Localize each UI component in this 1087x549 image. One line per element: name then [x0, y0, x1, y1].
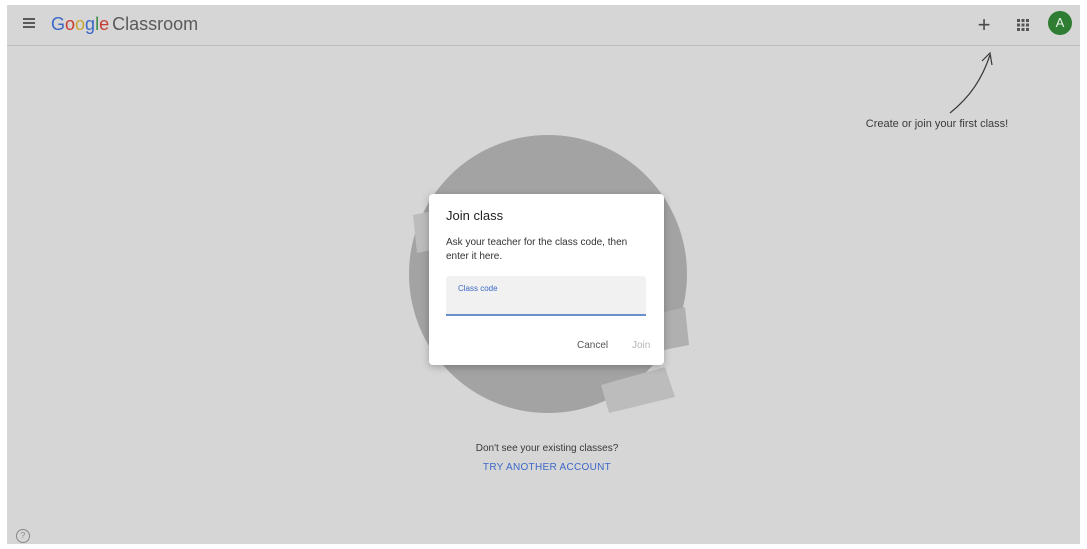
dialog-title: Join class: [446, 208, 504, 223]
brand-google: Google: [51, 14, 110, 34]
brand-product: Classroom: [112, 14, 199, 34]
account-avatar[interactable]: A: [1048, 11, 1072, 35]
hint-arrow-icon: [949, 51, 993, 114]
existing-classes-question: Don't see your existing classes?: [475, 443, 619, 454]
class-code-field[interactable]: Class code: [446, 276, 646, 316]
app-logo[interactable]: Google Classroom: [51, 13, 198, 35]
help-icon[interactable]: ?: [16, 529, 30, 543]
join-button[interactable]: Join: [632, 340, 650, 351]
class-code-label: Class code: [458, 284, 498, 293]
create-or-join-plus-icon[interactable]: +: [972, 13, 996, 37]
cancel-button[interactable]: Cancel: [577, 340, 608, 351]
create-join-hint: Create or join your first class!: [865, 118, 1009, 130]
try-another-account-link[interactable]: TRY ANOTHER ACCOUNT: [397, 462, 697, 473]
dialog-description: Ask your teacher for the class code, the…: [446, 237, 628, 262]
apps-grid-icon[interactable]: [1015, 17, 1031, 33]
top-app-bar: Google Classroom + A: [7, 5, 1080, 46]
class-code-input[interactable]: [456, 296, 636, 310]
hamburger-menu-icon[interactable]: [23, 18, 35, 28]
app-window: Google Classroom + A Create or join your …: [7, 5, 1080, 544]
join-class-dialog: Join class Ask your teacher for the clas…: [429, 194, 664, 365]
